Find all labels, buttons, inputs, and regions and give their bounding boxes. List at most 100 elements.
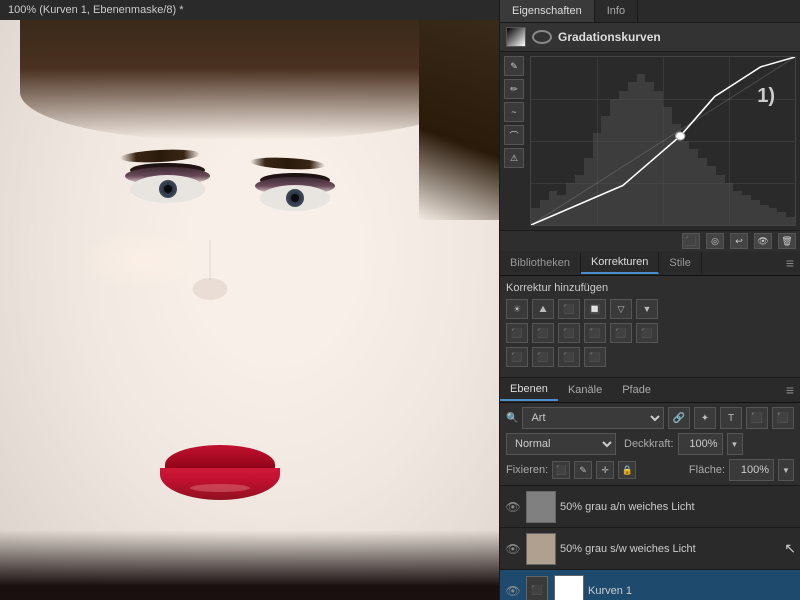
layer-icon-text[interactable]: T (720, 407, 742, 429)
korr-icon-gradient[interactable]: ⬛ (558, 347, 580, 367)
korr-icon-hue[interactable]: ▼ (636, 299, 658, 319)
opacity-label: Deckkraft: (624, 438, 674, 450)
korr-icon-curves[interactable]: ⬛ (558, 299, 580, 319)
korrekturen-panel-menu[interactable]: ≡ (780, 251, 800, 275)
eye-left (130, 175, 205, 203)
korr-icon-colorbalance[interactable]: ⬛ (506, 323, 528, 343)
korr-icon-exposure[interactable]: 🔲 (584, 299, 606, 319)
korr-icon-posterize[interactable]: ⬛ (506, 347, 528, 367)
eye-right (260, 185, 330, 211)
korrekturen-body: Korrektur hinzufügen ☀ ⛰ ⬛ 🔲 ▽ ▼ ⬛ ⬛ ⬛ ⬛… (500, 276, 800, 378)
korr-icon-invert[interactable]: ⬛ (636, 323, 658, 343)
korr-icon-brightness[interactable]: ☀ (506, 299, 528, 319)
lip-lower (160, 468, 280, 500)
tab-bibliotheken[interactable]: Bibliotheken (500, 253, 581, 273)
canvas-image (0, 20, 499, 600)
curves-target-icon[interactable]: ◎ (706, 233, 724, 249)
layer-item-2[interactable]: 👁 ⬛ Kurven 1 (500, 570, 800, 600)
visibility-icon (532, 30, 552, 44)
korr-icon-bw[interactable]: ⬛ (532, 323, 554, 343)
eye-pupil-right (291, 194, 299, 202)
layer-icon-style[interactable]: ✦ (694, 407, 716, 429)
layer-1-name: 50% grau s/w weiches Licht (560, 543, 780, 555)
layer-2-thumb (554, 575, 584, 600)
eye-white-left (130, 175, 205, 203)
search-icon: 🔍 (506, 413, 518, 424)
portrait-background (0, 20, 499, 600)
curves-delete-icon[interactable]: 🗑 (778, 233, 796, 249)
fixieren-label: Fixieren: (506, 464, 548, 476)
layer-item-1[interactable]: 👁 50% grau s/w weiches Licht ↖ (500, 528, 800, 570)
fix-icon-lock[interactable]: 🔒 (618, 461, 636, 479)
app-container: 100% (Kurven 1, Ebenenmaske/8) * (0, 0, 800, 600)
gradationskurven-header: Gradationskurven (500, 23, 800, 52)
layer-0-visibility[interactable]: 👁 (504, 500, 522, 514)
eye-pupil-left (164, 185, 172, 193)
tool-curve1[interactable]: ~ (504, 102, 524, 122)
korr-icon-channelmixer[interactable]: ⬛ (584, 323, 606, 343)
layer-controls: 🔍 Art 🔗 ✦ T ⬛ ⬛ Normal Deckkraft: (500, 403, 800, 486)
korr-icon-vibrance[interactable]: ▽ (610, 299, 632, 319)
korr-icon-threshold[interactable]: ⬛ (532, 347, 554, 367)
canvas-title: 100% (Kurven 1, Ebenenmaske/8) * (8, 4, 184, 16)
nose-bridge (209, 240, 211, 280)
tool-curve2[interactable]: ⌒ (504, 125, 524, 145)
layer-2-adj-icon: ⬛ (526, 576, 548, 600)
layer-1-thumb (526, 533, 556, 565)
tab-pfade[interactable]: Pfade (612, 380, 661, 400)
tab-korrekturen[interactable]: Korrekturen (581, 252, 659, 274)
flaeche-label: Fläche: (689, 464, 725, 476)
curves-bottom-bar: ⬛ ◎ ↩ 👁 🗑 (500, 230, 800, 251)
canvas-area: 100% (Kurven 1, Ebenenmaske/8) * (0, 0, 499, 600)
canvas-titlebar: 100% (Kurven 1, Ebenenmaske/8) * (0, 0, 499, 20)
layer-2-visibility[interactable]: 👁 (504, 584, 522, 598)
blend-mode-select[interactable]: Normal (506, 433, 616, 455)
fix-icon-checkerboard[interactable]: ⬛ (552, 461, 570, 479)
tool-warning[interactable]: ⚠ (504, 148, 524, 168)
curves-snap-icon[interactable]: ⬛ (682, 233, 700, 249)
curve-annotation: 1) (757, 85, 775, 108)
layer-row2: Normal Deckkraft: ▼ (506, 433, 794, 455)
curves-graph[interactable]: 1) (530, 56, 796, 226)
flaeche-arrow[interactable]: ▼ (778, 459, 794, 481)
korrekturen-tab-row: Bibliotheken Korrekturen Stile ≡ (500, 251, 800, 276)
eye-white-right (260, 185, 330, 211)
opacity-arrow[interactable]: ▼ (727, 433, 743, 455)
korr-icon-photofilter[interactable]: ⬛ (558, 323, 580, 343)
curves-eye-icon[interactable]: 👁 (754, 233, 772, 249)
fix-icon-move[interactable]: ✛ (596, 461, 614, 479)
properties-tab-row: Eigenschaften Info (500, 0, 800, 23)
layer-2-thumb-wrapper (554, 575, 584, 600)
layers-panel-menu[interactable]: ≡ (780, 378, 800, 402)
korr-icon-colorlookup[interactable]: ⬛ (610, 323, 632, 343)
korrektur-title: Korrektur hinzufügen (506, 282, 794, 294)
curves-reset-icon[interactable]: ↩ (730, 233, 748, 249)
eye-iris-left (159, 180, 177, 198)
korr-icon-levels[interactable]: ⛰ (532, 299, 554, 319)
layer-item-0[interactable]: 👁 50% grau a/n weiches Licht (500, 486, 800, 528)
layer-row3: Fixieren: ⬛ ✎ ✛ 🔒 Fläche: ▼ (506, 459, 794, 481)
layer-1-thumb-wrapper (526, 533, 556, 565)
layer-0-thumb (526, 491, 556, 523)
tool-point[interactable]: ✎ (504, 56, 524, 76)
layer-list: 👁 50% grau a/n weiches Licht 👁 50% grau … (500, 486, 800, 600)
tab-kanaele[interactable]: Kanäle (558, 380, 612, 400)
layer-1-visibility[interactable]: 👁 (504, 542, 522, 556)
tab-eigenschaften[interactable]: Eigenschaften (500, 0, 595, 22)
fix-icon-brush[interactable]: ✎ (574, 461, 592, 479)
tool-pencil[interactable]: ✏ (504, 79, 524, 99)
layers-tab-row: Ebenen Kanäle Pfade ≡ (500, 378, 800, 403)
korr-icon-selectivecolor[interactable]: ⬛ (584, 347, 606, 367)
layer-type-select[interactable]: Art (522, 407, 664, 429)
tab-info[interactable]: Info (595, 0, 638, 22)
tab-ebenen[interactable]: Ebenen (500, 379, 558, 401)
layer-icon-pixel[interactable]: ⬛ (772, 407, 794, 429)
flaeche-input[interactable] (729, 459, 774, 481)
right-panel: Eigenschaften Info Gradationskurven ✎ ✏ … (499, 0, 800, 600)
curve-line-svg (531, 57, 795, 225)
layer-icon-link[interactable]: 🔗 (668, 407, 690, 429)
layer-icon-adjust[interactable]: ⬛ (746, 407, 768, 429)
hair-right (419, 20, 499, 220)
tab-stile[interactable]: Stile (659, 253, 701, 273)
opacity-input[interactable] (678, 433, 723, 455)
